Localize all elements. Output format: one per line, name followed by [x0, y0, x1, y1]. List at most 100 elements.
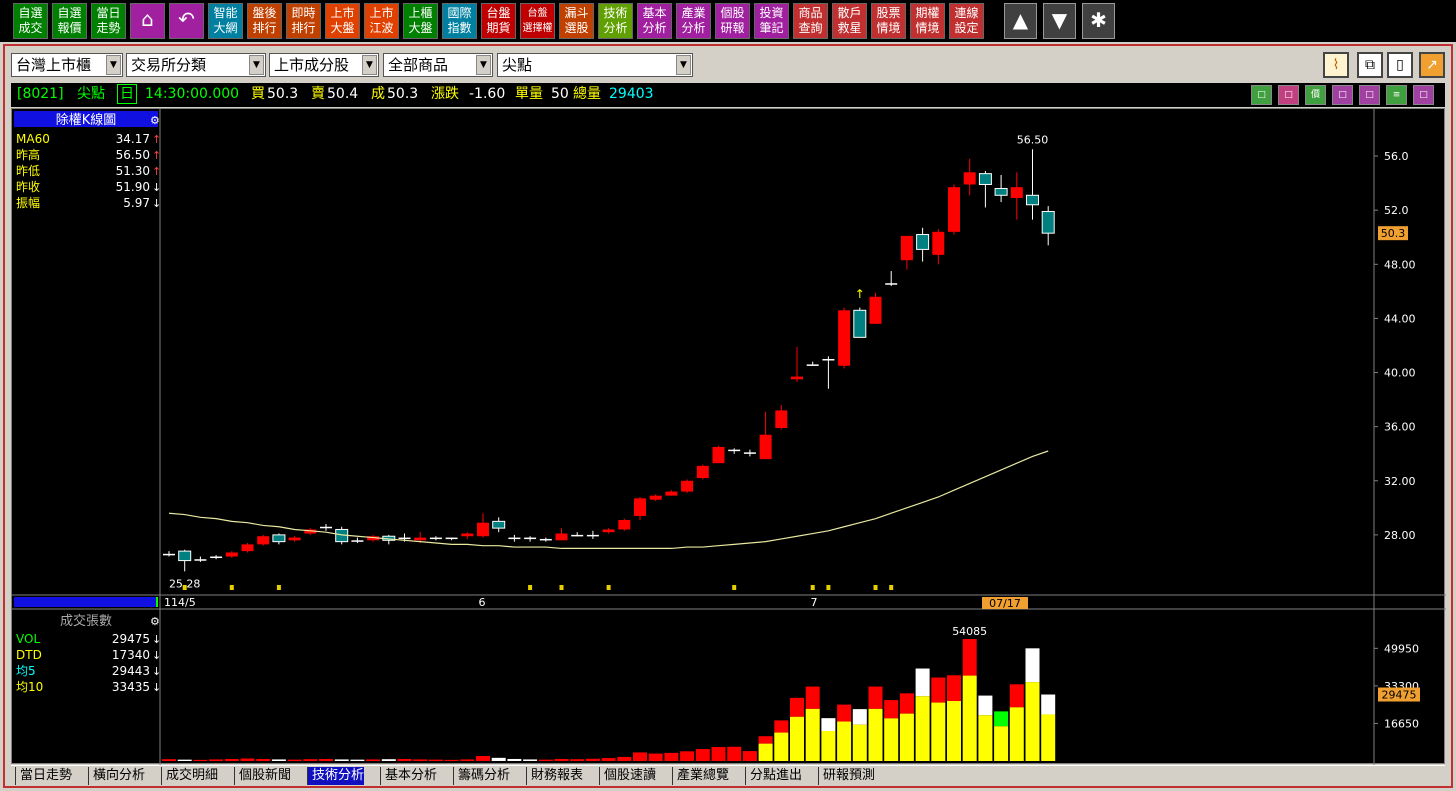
quote-tool-icon-6[interactable]: □ [1413, 85, 1434, 105]
toolbar-button-12[interactable]: 台盤 期貨 [481, 3, 516, 39]
toolbar-button-21[interactable]: 散戶 救星 [832, 3, 867, 39]
tab-9[interactable]: 產業總覽 [672, 767, 729, 785]
volume-bar-top [523, 759, 538, 761]
toolbar-button-7[interactable]: 即時 排行 [286, 3, 321, 39]
candle-body [445, 537, 458, 540]
toolbar-button-18[interactable]: 個股 研報 [715, 3, 750, 39]
toolbar-button-22[interactable]: 股票 情境 [871, 3, 906, 39]
candle-body [194, 559, 207, 561]
tab-5[interactable]: 基本分析 [380, 767, 437, 785]
quote-bar: [8021] 尖點 日 14:30:00.000 買 50.3 賣 50.4 成… [11, 83, 1445, 107]
volume-bar-base [915, 696, 930, 761]
y-tick-label: 36.00 [1384, 421, 1416, 434]
chevron-down-icon[interactable]: ▼ [106, 55, 121, 75]
toolbar-button-1[interactable]: 自選 報價 [52, 3, 87, 39]
home-icon[interactable]: ⌂ [130, 3, 165, 39]
chevron-up-icon[interactable]: ▲ [1004, 3, 1037, 39]
chevron-down-icon[interactable]: ▼ [249, 55, 264, 75]
tab-8[interactable]: 個股速讀 [599, 767, 656, 785]
candle-body [539, 538, 552, 541]
candle-body [524, 537, 537, 540]
toolbar-button-15[interactable]: 技術 分析 [598, 3, 633, 39]
toolbar-button-2[interactable]: 當日 走勢 [91, 3, 126, 39]
tab-6[interactable]: 籌碼分析 [453, 767, 510, 785]
category-select[interactable]: 交易所分類 ▼ [126, 53, 266, 77]
quote-tool-icon-3[interactable]: □ [1332, 85, 1353, 105]
volume-bar-top [790, 697, 804, 717]
chevron-down-icon[interactable]: ▼ [362, 55, 377, 75]
toolbar-button-6[interactable]: 盤後 排行 [247, 3, 282, 39]
candle-body [1041, 211, 1055, 234]
quote-tool-icon-5[interactable]: ≡ [1386, 85, 1407, 105]
toolbar-button-11[interactable]: 國際 指數 [442, 3, 477, 39]
peak-volume-label: 54085 [952, 625, 987, 638]
y-tick-label: 48.00 [1384, 258, 1416, 271]
candle-body [743, 452, 756, 454]
x-axis-marker [156, 597, 158, 607]
volume-bar-top [444, 759, 459, 761]
quote-tool-icon-0[interactable]: □ [1251, 85, 1272, 105]
candle-body [885, 283, 898, 285]
toolbar-button-17[interactable]: 產業 分析 [676, 3, 711, 39]
market-select[interactable]: 台灣上市櫃 ▼ [11, 53, 123, 77]
chart-svg: 除權K線圖 ⚙MA60 34.17 ↑昨高 56.50 ↑昨低 51.30 ↑昨收 51.90 ↓… [12, 109, 1446, 765]
back-icon[interactable]: ↶ [169, 3, 204, 39]
toolbar-button-13[interactable]: 台盤 選擇權 [520, 3, 555, 39]
toolbar-button-10[interactable]: 上櫃 大盤 [403, 3, 438, 39]
total-volume-value: 29403 [609, 86, 654, 102]
arrow-icon: ↑ [152, 149, 161, 162]
candle-body [225, 552, 238, 557]
toolbar-button-14[interactable]: 漏斗 選股 [559, 3, 594, 39]
toolbar-button-24[interactable]: 連線 設定 [949, 3, 984, 39]
toolbar-button-23[interactable]: 期權 情境 [910, 3, 945, 39]
quote-tool-icon-4[interactable]: □ [1359, 85, 1380, 105]
arrow-icon: ↓ [152, 649, 161, 662]
candle-body [1026, 194, 1039, 206]
volume-bar-top [381, 759, 396, 761]
volume-bar-top [837, 704, 852, 722]
quote-tool-icon-1[interactable]: □ [1278, 85, 1299, 105]
toolbar-button-5[interactable]: 智能 大網 [208, 3, 243, 39]
toolbar-button-19[interactable]: 投資 筆記 [754, 3, 789, 39]
volume-bar-base [1025, 682, 1040, 761]
volume-bar-base [884, 718, 899, 761]
volume-bar-base [962, 675, 977, 761]
quote-tool-icon-2[interactable]: 價 [1305, 85, 1326, 105]
tab-2[interactable]: 成交明細 [161, 767, 218, 785]
volchart-stat-value: 17340 [112, 648, 150, 662]
panel-icon[interactable]: ▯ [1387, 52, 1413, 78]
chevron-down-icon[interactable]: ▼ [1043, 3, 1076, 39]
sector-select[interactable]: 上市成分股 ▼ [269, 53, 379, 77]
tab-10[interactable]: 分點進出 [745, 767, 802, 785]
restore-icon[interactable]: ⧉ [1357, 52, 1383, 78]
asterisk-icon[interactable]: ✱ [1082, 3, 1115, 39]
chart-icon[interactable]: ⌇ [1323, 52, 1349, 78]
volume-bar-base [821, 730, 836, 761]
toolbar-button-0[interactable]: 自選 成交 [13, 3, 48, 39]
tab-0[interactable]: 當日走勢 [15, 767, 72, 785]
toolbar-button-20[interactable]: 商品 查詢 [793, 3, 828, 39]
chevron-down-icon[interactable]: ▼ [676, 55, 691, 75]
tab-3[interactable]: 個股新聞 [234, 767, 291, 785]
tab-11[interactable]: 研報預測 [818, 767, 875, 785]
x-axis-label: 6 [479, 596, 486, 609]
candle-body [665, 491, 678, 496]
volume-bar-top [177, 759, 192, 761]
volume-bar-top [366, 759, 381, 761]
product-select[interactable]: 全部商品 ▼ [383, 53, 493, 77]
kchart-stat-label: 振幅 [16, 195, 40, 210]
candle-body [634, 498, 646, 516]
tab-7[interactable]: 財務報表 [526, 767, 583, 785]
chevron-down-icon[interactable]: ▼ [476, 55, 491, 75]
tab-1[interactable]: 橫向分析 [88, 767, 145, 785]
popout-icon[interactable]: ↗ [1419, 52, 1445, 78]
current-vol-label: 29475 [1382, 689, 1417, 702]
toolbar-button-16[interactable]: 基本 分析 [637, 3, 672, 39]
stock-select[interactable]: 尖點 ▼ [497, 53, 693, 77]
toolbar-button-8[interactable]: 上市 大盤 [325, 3, 360, 39]
period-badge[interactable]: 日 [117, 84, 137, 104]
toolbar-button-9[interactable]: 上市 江波 [364, 3, 399, 39]
unit-volume-label: 單量 [515, 86, 543, 102]
tab-4[interactable]: 技術分析 [307, 767, 365, 785]
volume-bar-base [947, 700, 961, 761]
